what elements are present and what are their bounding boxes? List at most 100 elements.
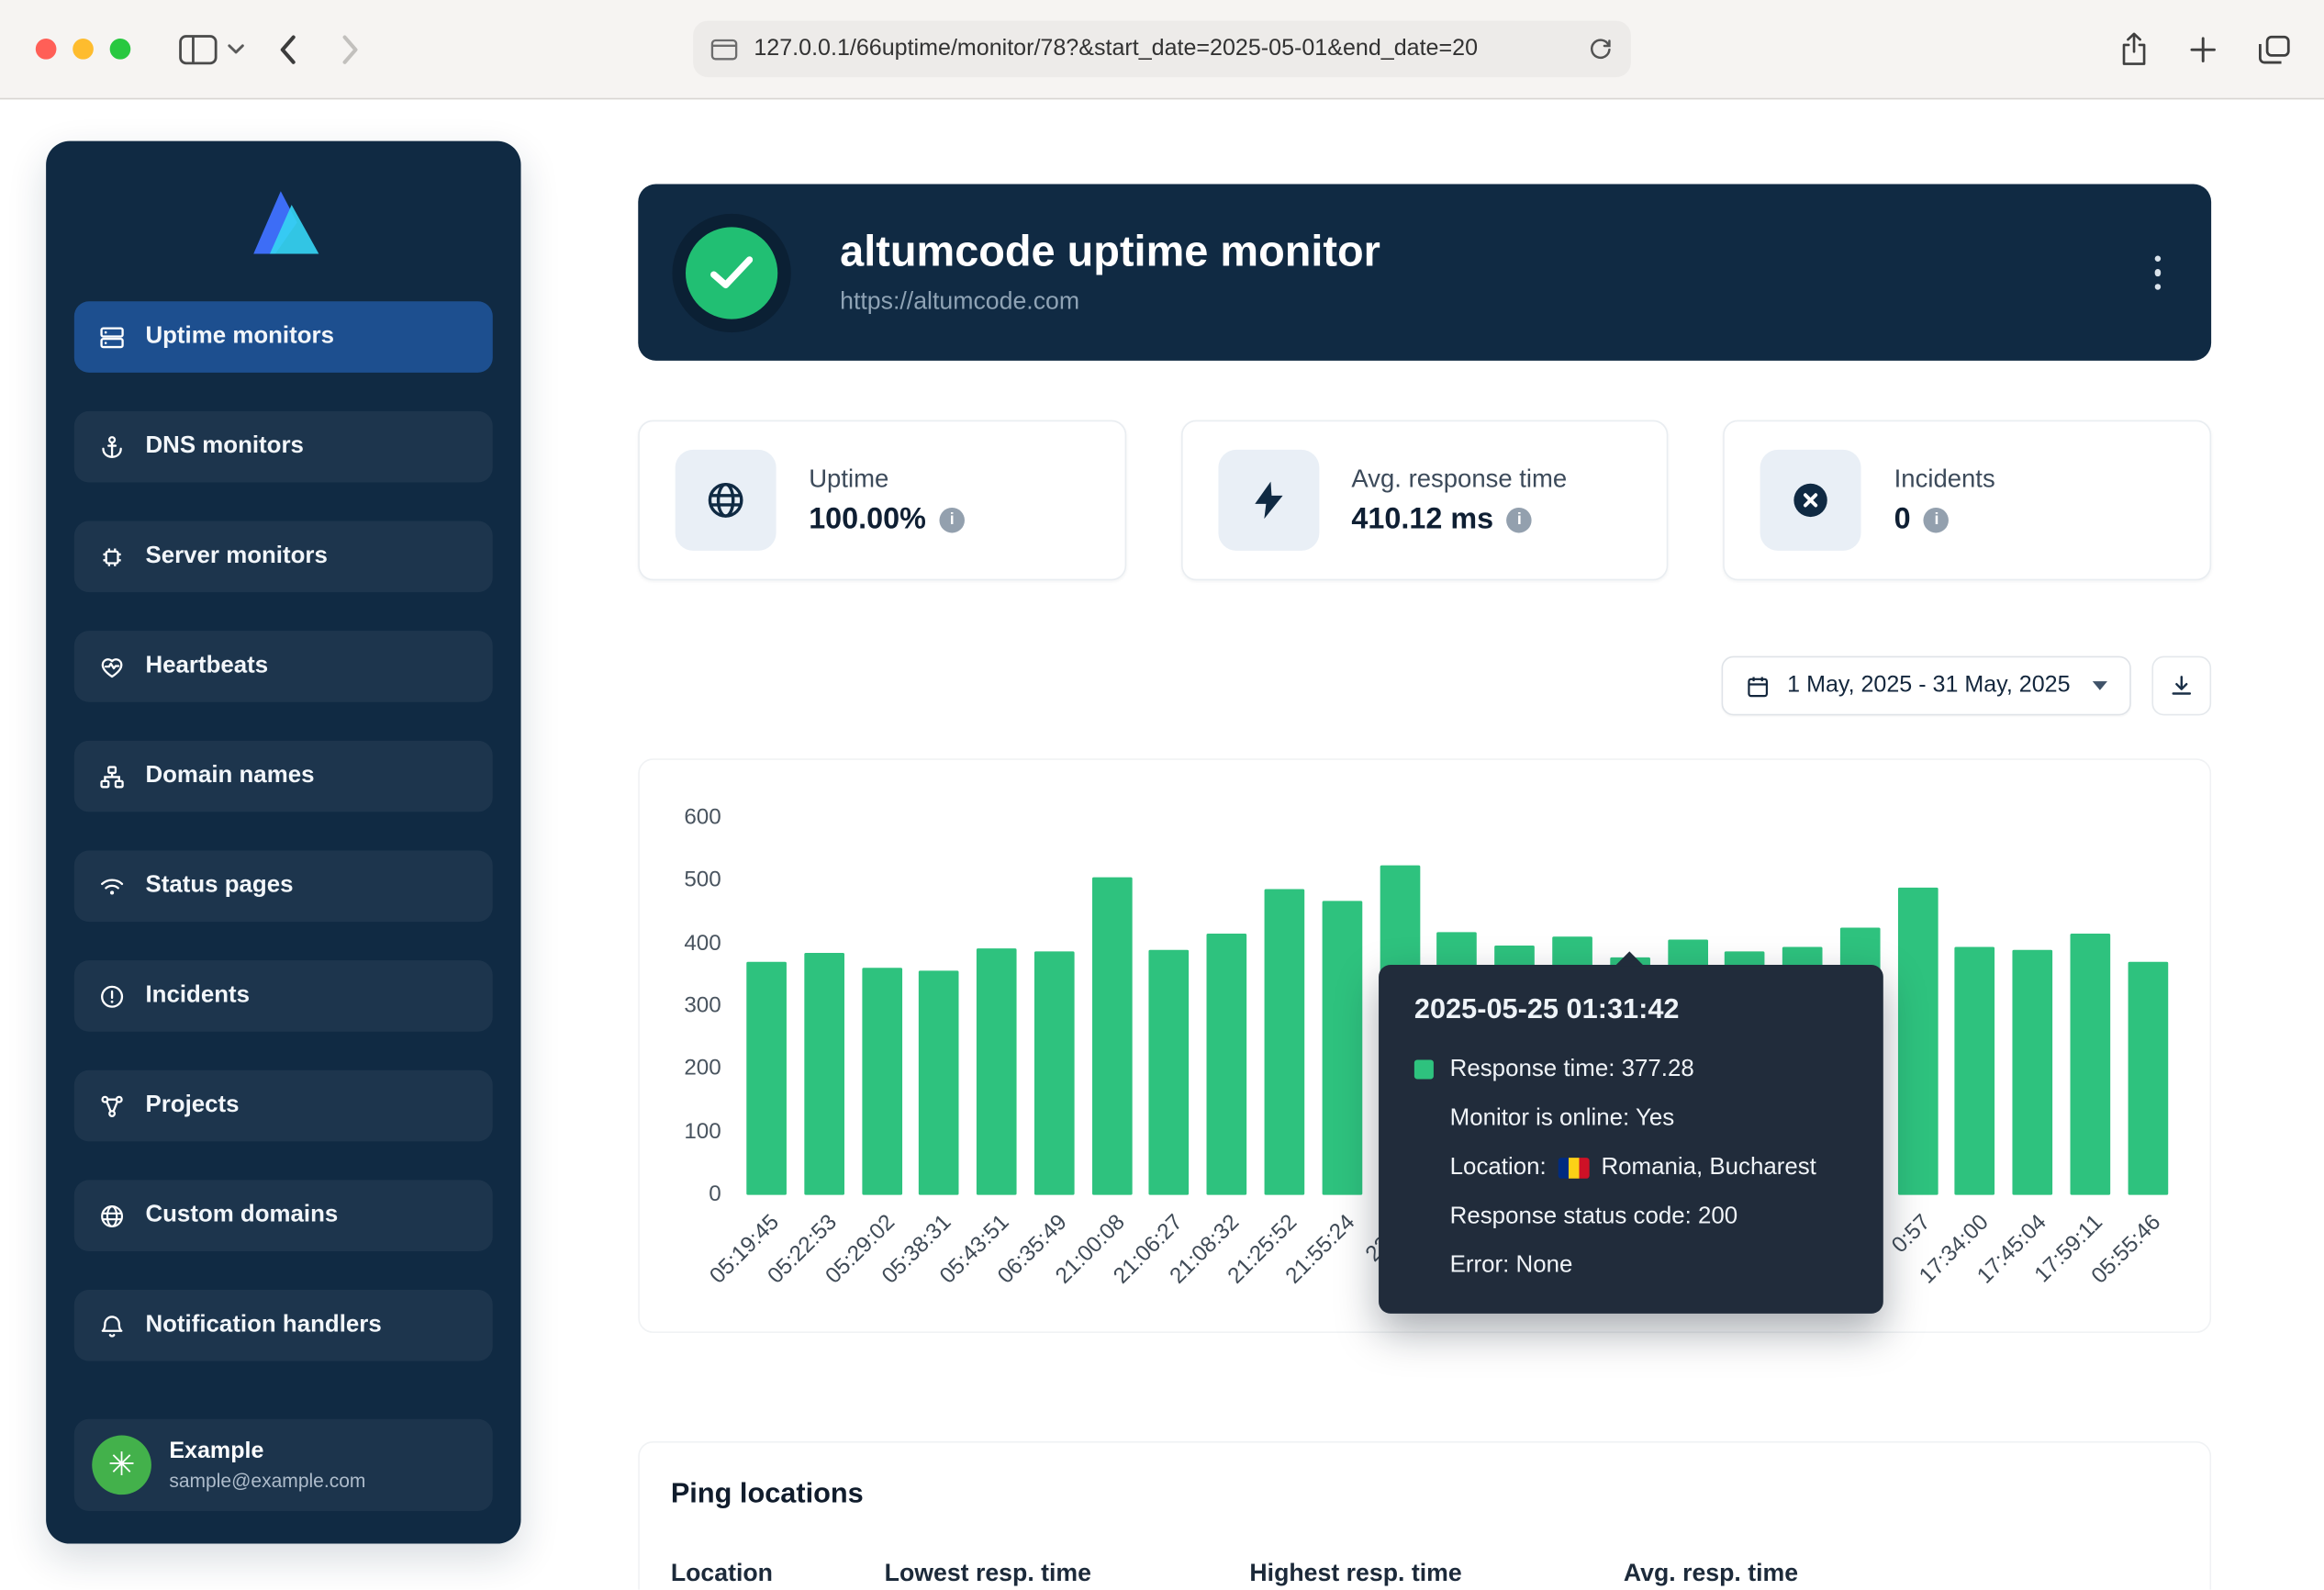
url-bar[interactable]: 127.0.0.1/66uptime/monitor/78?&start_dat…	[693, 21, 1631, 77]
minimize-window-button[interactable]	[73, 39, 94, 60]
ping-locations-header: LocationLowest resp. timeHighest resp. t…	[671, 1560, 2179, 1588]
sidebar-item-uptime-monitors[interactable]: Uptime monitors	[74, 301, 493, 373]
chart-bar[interactable]	[1034, 951, 1075, 1195]
ping-column-location: Location	[671, 1560, 885, 1588]
sidebar-item-custom-domains[interactable]: Custom domains	[74, 1180, 493, 1251]
forward-icon[interactable]	[341, 33, 361, 64]
page-icon	[710, 38, 737, 60]
sidebar-item-domain-names[interactable]: Domain names	[74, 741, 493, 812]
chart-toolbar: 1 May, 2025 - 31 May, 2025	[638, 656, 2211, 716]
stat-value: 0	[1894, 502, 1911, 536]
chart-bar[interactable]	[1149, 950, 1190, 1195]
y-tick-label: 100	[647, 1119, 721, 1146]
main-content: altumcode uptime monitor https://altumco…	[638, 184, 2211, 1589]
chart-bar[interactable]	[746, 962, 787, 1194]
status-ok-icon	[686, 227, 777, 319]
chevron-down-icon[interactable]	[227, 43, 244, 55]
sidebar-item-incidents[interactable]: Incidents	[74, 960, 493, 1032]
chart-bar[interactable]	[977, 948, 1017, 1194]
tooltip-row: Response time: 377.28	[1414, 1045, 1848, 1093]
sidebar-item-label: Status pages	[145, 873, 293, 900]
tabs-overview-icon[interactable]	[2257, 33, 2291, 64]
date-range-button[interactable]: 1 May, 2025 - 31 May, 2025	[1722, 656, 2131, 716]
app-logo[interactable]	[74, 141, 493, 302]
ping-column-lowest-resp-time: Lowest resp. time	[885, 1560, 1250, 1588]
close-window-button[interactable]	[36, 39, 57, 60]
sidebar-item-label: Notification handlers	[145, 1312, 381, 1338]
profile-name: Example	[169, 1439, 365, 1465]
monitor-header-card: altumcode uptime monitor https://altumco…	[638, 184, 2211, 360]
notification-handlers-icon	[98, 1311, 127, 1339]
chart-bar[interactable]	[2128, 962, 2168, 1194]
sidebar-toggle-icon[interactable]	[178, 33, 218, 64]
profile-card[interactable]: ✳ Example sample@example.com	[74, 1419, 493, 1511]
stat-card-incidents: Incidents 0i	[1724, 420, 2211, 581]
chart-bar[interactable]	[862, 968, 902, 1194]
stat-label: Avg. response time	[1351, 464, 1567, 493]
browser-nav	[178, 21, 361, 77]
sidebar-item-heartbeats[interactable]: Heartbeats	[74, 631, 493, 702]
x-tick-label: 0:57	[1887, 1210, 1936, 1259]
stat-card-uptime: Uptime100.00%i	[638, 420, 1125, 581]
back-icon[interactable]	[277, 33, 296, 64]
sidebar-item-label: Domain names	[145, 763, 314, 789]
kebab-menu-icon[interactable]	[2154, 255, 2161, 290]
info-icon[interactable]: i	[939, 507, 964, 532]
chart-tooltip: 2025-05-25 01:31:42 Response time: 377.2…	[1379, 965, 1883, 1314]
chart-bar[interactable]	[1092, 878, 1133, 1195]
tooltip-caret	[1615, 951, 1644, 966]
sidebar-item-dns-monitors[interactable]: DNS monitors	[74, 411, 493, 483]
y-tick-label: 300	[647, 993, 721, 1020]
custom-domains-icon	[98, 1202, 127, 1230]
new-tab-icon[interactable]	[2189, 35, 2218, 63]
chart-bar[interactable]	[2013, 950, 2053, 1195]
sidebar-menu: Uptime monitors DNS monitors Server monito…	[74, 301, 493, 1360]
stat-value: 410.12 ms	[1351, 502, 1493, 536]
avatar: ✳	[92, 1436, 151, 1495]
chart-bar[interactable]	[1955, 946, 1995, 1194]
chart-bar[interactable]	[1207, 934, 1247, 1195]
zoom-window-button[interactable]	[110, 39, 131, 60]
uptime-monitors-icon	[98, 323, 127, 352]
app-window: 127.0.0.1/66uptime/monitor/78?&start_dat…	[0, 0, 2324, 1590]
y-tick-label: 400	[647, 930, 721, 957]
url-text: 127.0.0.1/66uptime/monitor/78?&start_dat…	[754, 36, 1576, 62]
info-icon[interactable]: i	[1924, 507, 1949, 532]
series-swatch	[1414, 1059, 1434, 1079]
sidebar-item-notification-handlers[interactable]: Notification handlers	[74, 1290, 493, 1361]
server-monitors-icon	[98, 543, 127, 571]
chart-bar[interactable]	[1265, 889, 1305, 1194]
monitor-url[interactable]: https://altumcode.com	[840, 288, 1380, 317]
romania-flag-icon	[1559, 1157, 1590, 1178]
globe-icon	[676, 450, 777, 551]
calendar-icon	[1746, 673, 1771, 698]
chart-bar[interactable]	[804, 953, 844, 1194]
share-icon[interactable]	[2119, 31, 2149, 67]
info-icon[interactable]: i	[1507, 507, 1532, 532]
status-pages-icon	[98, 872, 127, 901]
stat-label: Incidents	[1894, 464, 1995, 493]
chart-bar[interactable]	[1897, 887, 1938, 1194]
stats-row: Uptime100.00%i Avg. response time 410.12 m…	[638, 420, 2211, 581]
sidebar-item-label: Custom domains	[145, 1203, 338, 1229]
y-tick-label: 500	[647, 868, 721, 894]
projects-icon	[98, 1092, 127, 1120]
incidents-icon	[98, 982, 127, 1011]
download-button[interactable]	[2151, 656, 2211, 716]
chart-bar[interactable]	[1322, 901, 1362, 1194]
sidebar-item-server-monitors[interactable]: Server monitors	[74, 521, 493, 593]
y-tick-label: 600	[647, 804, 721, 831]
browser-chrome: 127.0.0.1/66uptime/monitor/78?&start_dat…	[0, 0, 2324, 99]
x-circle-icon	[1760, 450, 1861, 551]
sidebar-item-projects[interactable]: Projects	[74, 1070, 493, 1142]
sidebar-item-status-pages[interactable]: Status pages	[74, 850, 493, 922]
profile-email: sample@example.com	[169, 1470, 365, 1492]
tooltip-row: Response status code: 200	[1414, 1192, 1848, 1240]
ping-locations-card: Ping locations LocationLowest resp. time…	[638, 1441, 2211, 1590]
chart-bar[interactable]	[2070, 935, 2110, 1195]
window-controls	[36, 39, 130, 60]
chart-bar[interactable]	[919, 970, 959, 1194]
reload-icon[interactable]	[1588, 37, 1613, 62]
stat-card-avg-response-time: Avg. response time 410.12 ms i	[1180, 420, 1668, 581]
page-title: altumcode uptime monitor	[840, 229, 1380, 277]
